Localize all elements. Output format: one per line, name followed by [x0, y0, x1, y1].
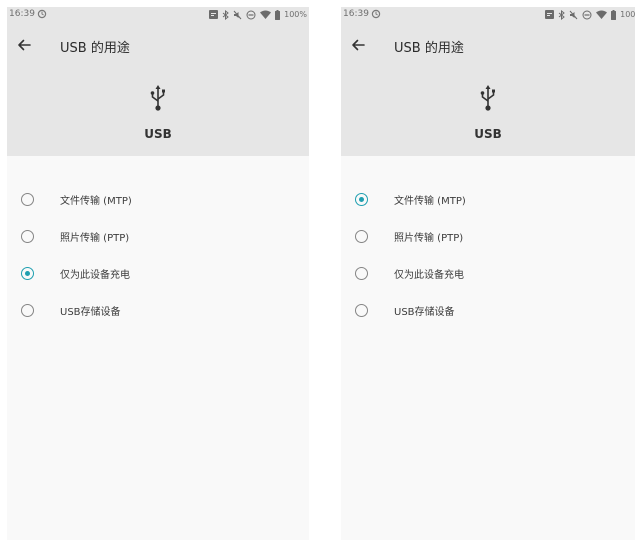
status-bar: 16:39 — [7, 7, 309, 23]
option-label-mtp: 文件传输 (MTP) — [394, 196, 466, 207]
option-label-usb-storage: USB存储设备 — [60, 307, 121, 318]
usb-icon-wrap — [7, 84, 309, 114]
option-usb-storage[interactable]: USB存储设备 — [341, 297, 635, 327]
option-label-ptp: 照片传输 (PTP) — [60, 233, 130, 244]
option-charge-only[interactable]: 仅为此设备充电 — [341, 260, 635, 290]
arrow-left-icon[interactable] — [16, 37, 32, 53]
do-not-disturb-icon — [246, 10, 256, 19]
option-mtp[interactable]: 文件传输 (MTP) — [341, 186, 635, 216]
mute-icon — [233, 10, 242, 19]
bluetooth-icon — [222, 9, 229, 20]
option-usb-storage[interactable]: USB存储设备 — [7, 297, 309, 327]
sync-icon — [37, 9, 47, 19]
usb-icon — [150, 85, 165, 111]
usb-icon — [480, 85, 495, 111]
arrow-left-icon[interactable] — [350, 37, 366, 53]
status-time: 16:39 — [343, 9, 369, 19]
battery-percent: 100% — [284, 10, 307, 19]
battery-percent: 100% — [620, 10, 635, 19]
radio-mtp[interactable] — [21, 193, 34, 206]
radio-charge-only[interactable] — [21, 267, 34, 280]
bluetooth-icon — [558, 9, 565, 20]
radio-usb-storage[interactable] — [355, 304, 368, 317]
radio-mtp[interactable] — [355, 193, 368, 206]
status-bar: 16:39 — [341, 7, 635, 23]
usb-label: USB — [144, 127, 172, 141]
screen-right: 16:39 100 USB 的用途 USB 文件传输 (MTP) 照片传输 (P… — [341, 7, 635, 540]
wifi-icon — [596, 10, 608, 19]
option-label-ptp: 照片传输 (PTP) — [394, 233, 464, 244]
option-label-usb-storage: USB存储设备 — [394, 307, 455, 318]
option-label-mtp: 文件传输 (MTP) — [60, 196, 132, 207]
option-label-charge-only: 仅为此设备充电 — [394, 270, 464, 281]
usb-label: USB — [474, 127, 502, 141]
status-icons: 100% — [209, 9, 307, 20]
app-bar: USB 的用途 — [7, 28, 309, 62]
header-area: 16:39 — [7, 7, 309, 156]
option-label-charge-only: 仅为此设备充电 — [60, 270, 130, 281]
radio-charge-only[interactable] — [355, 267, 368, 280]
battery-icon — [275, 9, 281, 20]
status-time: 16:39 — [9, 9, 35, 19]
battery-icon — [611, 9, 617, 20]
page-title: USB 的用途 — [394, 41, 464, 56]
option-mtp[interactable]: 文件传输 (MTP) — [7, 186, 309, 216]
mute-icon — [569, 10, 578, 19]
page-title: USB 的用途 — [60, 41, 130, 56]
radio-ptp[interactable] — [355, 230, 368, 243]
app-bar: USB 的用途 — [341, 28, 635, 62]
comparison-stage: 16:39 100% USB 的用途 USB 文件传输 (MTP) 照片传输 (… — [0, 0, 635, 540]
option-ptp[interactable]: 照片传输 (PTP) — [341, 223, 635, 253]
radio-ptp[interactable] — [21, 230, 34, 243]
notification-icon — [209, 10, 219, 19]
radio-usb-storage[interactable] — [21, 304, 34, 317]
sync-icon — [371, 9, 381, 19]
wifi-icon — [260, 10, 272, 19]
notification-icon — [545, 10, 555, 19]
usb-icon-wrap — [341, 84, 635, 114]
header-area: 16:39 — [341, 7, 635, 156]
option-ptp[interactable]: 照片传输 (PTP) — [7, 223, 309, 253]
status-icons: 100% — [545, 9, 635, 20]
option-charge-only[interactable]: 仅为此设备充电 — [7, 260, 309, 290]
do-not-disturb-icon — [582, 10, 592, 19]
screen-left: 16:39 100% USB 的用途 USB 文件传输 (MTP) 照片传输 (… — [7, 7, 309, 540]
